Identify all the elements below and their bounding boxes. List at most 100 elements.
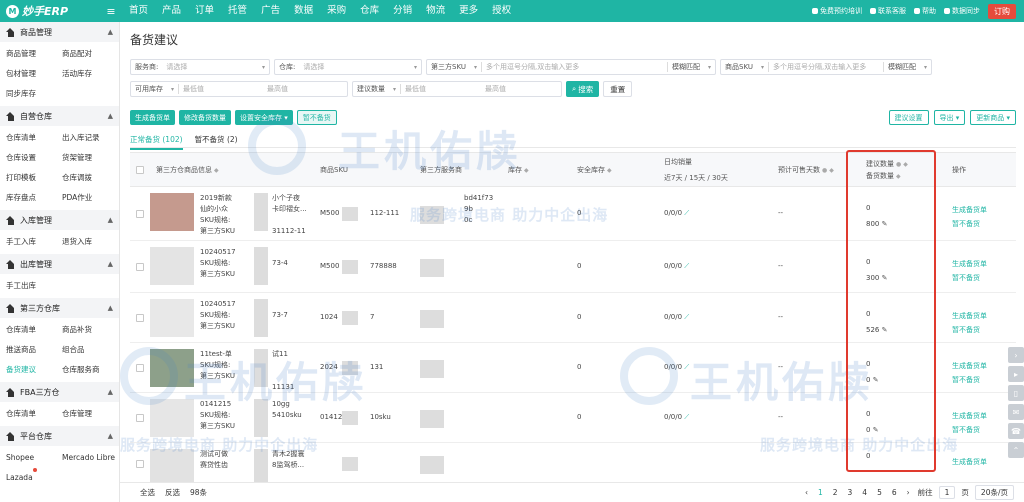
mobile-icon[interactable]: ▯ [1008,385,1024,401]
chat-icon[interactable]: ✉ [1008,404,1024,420]
sidebar-item[interactable]: PDA作业 [62,188,118,208]
sidebar-item[interactable]: 仓库设置 [6,148,62,168]
edit-icon[interactable]: ✎ [870,426,879,434]
sidebar-item[interactable]: 仓库清单 [6,320,62,340]
page-3[interactable]: 3 [846,488,855,497]
nav-item-2[interactable]: 订单 [188,0,221,22]
row-checkbox[interactable] [136,314,144,322]
sidebar-item[interactable]: 仓库服务商 [62,360,118,380]
nav-item-0[interactable]: 首页 [122,0,155,22]
page-6[interactable]: 6 [890,488,899,497]
trend-chart-icon[interactable]: ⟋ [682,209,689,217]
search-button[interactable]: ⌕ 搜索 [566,81,600,97]
next-page-icon[interactable]: › [905,488,912,497]
sidebar-item[interactable]: Shopee [6,448,62,468]
goods-sku-filter[interactable]: 商品SKU ▾ 多个用逗号分隔,双击输入更多 模糊匹配 ▾ [720,59,932,75]
header-days[interactable]: 预计可售天数 ● ◆ [778,153,834,187]
collapse-icon[interactable]: › [1008,347,1024,363]
trend-chart-icon[interactable]: ⟋ [682,262,689,270]
sidebar-item[interactable]: 推送商品 [6,340,62,360]
sidebar-item[interactable]: 商品管理 [6,44,62,64]
sidebar-item[interactable]: 商品配对 [62,44,118,64]
page-size-select[interactable]: 20条/页 [974,485,1014,500]
sidebar-item-lazada[interactable]: Lazada [6,468,62,488]
sidebar-item[interactable]: 退货入库 [62,232,118,252]
stock-qty[interactable]: 0 ✎ [866,375,879,386]
trend-chart-icon[interactable]: ⟋ [682,313,689,321]
select-all-link[interactable]: 全选 [140,487,155,498]
row-checkbox[interactable] [136,414,144,422]
generate-order-link[interactable]: 生成备货单 [952,311,987,322]
sidebar-section-3[interactable]: 出库管理 ▲ [0,254,119,274]
sidebar-section-1[interactable]: 自营仓库 ▲ [0,106,119,126]
no-stock-button[interactable]: 暂不备货 [296,110,337,125]
generate-order-link[interactable]: 生成备货单 [952,361,987,372]
training-link[interactable]: 免费预约培训 [812,6,862,16]
generate-order-link[interactable]: 生成备货单 [952,205,987,216]
modify-qty-button[interactable]: 修改备货数量 [179,110,231,125]
sidebar-item[interactable]: 组合品 [62,340,118,360]
page-5[interactable]: 5 [875,488,884,497]
play-icon[interactable]: ▸ [1008,366,1024,382]
sidebar-section-5[interactable]: FBA三方仓 ▲ [0,382,119,402]
sidebar-item[interactable]: 手工入库 [6,232,62,252]
sidebar-item[interactable]: 活动库存 [62,64,118,84]
sidebar-item[interactable]: 同步库存 [6,84,62,104]
headset-icon[interactable]: ☎ [1008,423,1024,439]
sidebar-item[interactable]: 仓库清单 [6,404,62,424]
sidebar-item[interactable]: Lazada [6,473,33,482]
contact-link[interactable]: 联系客服 [870,6,906,16]
stock-range-filter[interactable]: 可用库存 ▾ 最低值 最高值 [130,81,348,97]
sidebar-item[interactable]: 仓库清单 [6,128,62,148]
edit-icon[interactable]: ✎ [879,326,888,334]
nav-item-4[interactable]: 广告 [254,0,287,22]
sidebar-item[interactable]: 库存盘点 [6,188,62,208]
nav-item-10[interactable]: 更多 [452,0,485,22]
stock-qty[interactable]: 300 ✎ [866,273,887,284]
no-stock-link[interactable]: 暂不备货 [952,375,980,386]
sidebar-item[interactable]: 出入库记录 [62,128,118,148]
sidebar-item[interactable]: 货架管理 [62,148,118,168]
page-2[interactable]: 2 [831,488,840,497]
trend-chart-icon[interactable]: ⟋ [682,413,689,421]
sidebar-item[interactable]: 仓库调拨 [62,168,118,188]
sidebar-section-0[interactable]: 商品管理 ▲ [0,22,119,42]
back-to-top-icon[interactable]: ⌃ [1008,442,1024,458]
sidebar-item[interactable]: 包材管理 [6,64,62,84]
app-logo[interactable]: M 妙手ERP [0,3,100,19]
suggest-range-filter[interactable]: 建议数量 ▾ 最低值 最高值 [352,81,562,97]
generate-order-link[interactable]: 生成备货单 [952,259,987,270]
nav-item-7[interactable]: 仓库 [353,0,386,22]
stock-qty[interactable]: 526 ✎ [866,325,887,336]
sidebar-section-6[interactable]: 平台仓库 ▲ [0,426,119,446]
safety-stock-button[interactable]: 设置安全库存 ▾ [235,110,293,125]
nav-item-9[interactable]: 物流 [419,0,452,22]
edit-icon[interactable]: ✎ [870,376,879,384]
sidebar-item[interactable]: Mercado Libre [62,448,118,468]
nav-item-6[interactable]: 采购 [320,0,353,22]
sidebar-section-2[interactable]: 入库管理 ▲ [0,210,119,230]
export-button[interactable]: 导出 ▾ [933,110,966,125]
row-checkbox[interactable] [136,460,144,468]
page-4[interactable]: 4 [860,488,869,497]
no-stock-link[interactable]: 暂不备货 [952,273,980,284]
order-button[interactable]: 订购 [988,3,1016,19]
row-checkbox[interactable] [136,263,144,271]
suggest-settings-button[interactable]: 建议设置 [888,110,929,125]
help-link[interactable]: 帮助 [914,6,936,16]
nav-item-5[interactable]: 数据 [287,0,320,22]
reset-button[interactable]: 重置 [603,81,633,97]
product-thumbnail[interactable] [150,399,194,437]
prev-page-icon[interactable]: ‹ [803,488,810,497]
nav-item-8[interactable]: 分销 [386,0,419,22]
menu-toggle-icon[interactable]: ≡ [100,5,122,18]
warehouse-select[interactable]: 仓库: 请选择 ▾ [274,59,422,75]
edit-icon[interactable]: ✎ [879,274,888,282]
sidebar-item[interactable]: 仓库管理 [62,404,118,424]
service-select[interactable]: 服务商: 请选择 ▾ [130,59,270,75]
invert-select-link[interactable]: 反选 [165,487,180,498]
page-1[interactable]: 1 [816,488,825,497]
nav-item-11[interactable]: 授权 [485,0,518,22]
header-checkbox[interactable] [136,153,144,187]
sidebar-item[interactable]: 备货建议 [6,360,62,380]
